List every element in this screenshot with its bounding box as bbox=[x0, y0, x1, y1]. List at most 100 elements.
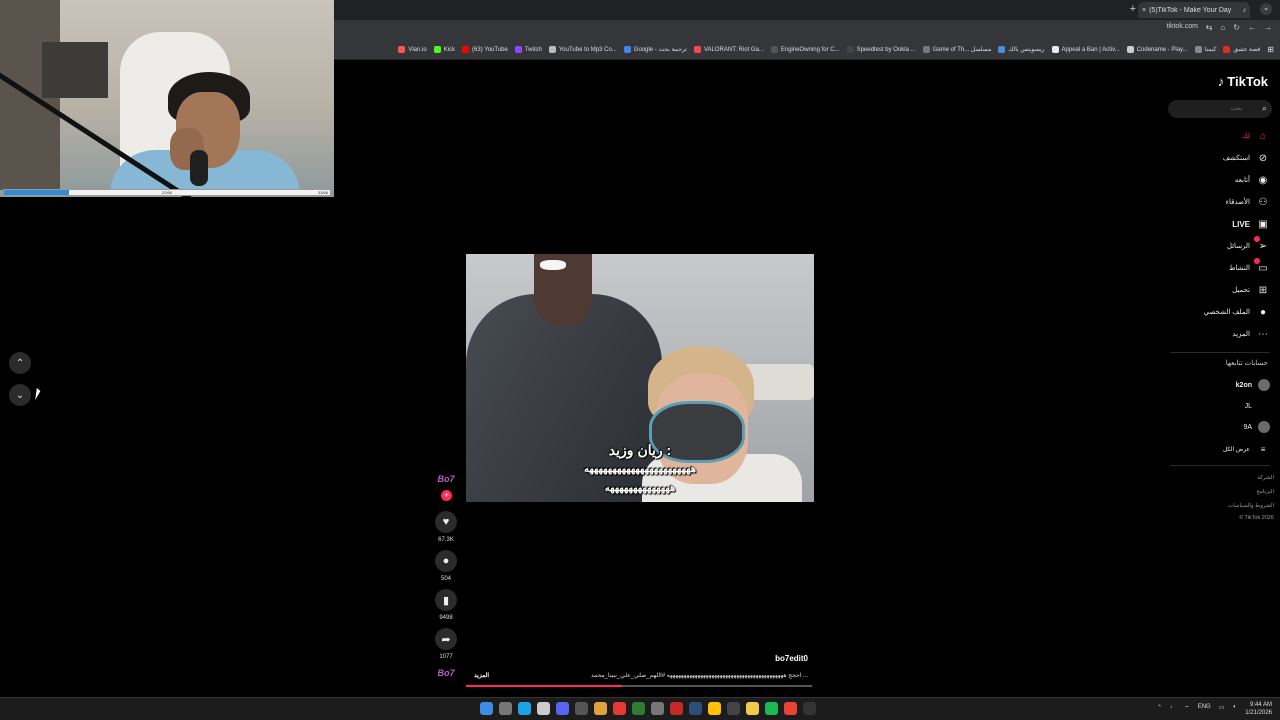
volume-icon[interactable]: ◖ bbox=[1232, 704, 1236, 712]
tab-search-chevron-icon[interactable]: ⌄ bbox=[1260, 3, 1272, 15]
music-disc-avatar[interactable]: Bo7 bbox=[434, 668, 458, 688]
following-account[interactable]: k2on bbox=[1236, 379, 1270, 391]
microphone-icon[interactable]: ♩ bbox=[1170, 704, 1176, 712]
url-field[interactable]: tiktok.com bbox=[1166, 23, 1198, 30]
bookmark-label: VALORANT: Riot Ga... bbox=[703, 46, 764, 53]
bookmark-item[interactable]: VALORANT: Riot Ga... bbox=[693, 46, 764, 53]
video-subtitle-line1: ريان وزيد : bbox=[608, 442, 672, 458]
site-settings-icon[interactable]: ⇆ bbox=[1206, 23, 1213, 32]
footer-link[interactable]: الشركة bbox=[1257, 475, 1274, 481]
start-button-icon[interactable] bbox=[480, 702, 493, 715]
previous-video-button[interactable]: ⌃ bbox=[9, 352, 31, 374]
bookmark-label: Codename - Play... bbox=[1136, 46, 1188, 53]
wifi-icon[interactable]: ⌔ bbox=[1184, 704, 1190, 712]
app-icon[interactable] bbox=[537, 702, 550, 715]
valorant-icon[interactable] bbox=[670, 702, 683, 715]
comment-button[interactable]: ● bbox=[435, 550, 457, 572]
video-progress-fill bbox=[466, 685, 622, 687]
bookmark-item[interactable]: Google - ترجمة بحث bbox=[623, 46, 687, 53]
bookmark-item[interactable]: Vlan.io bbox=[398, 46, 427, 53]
bookmark-label: Twitch bbox=[524, 46, 542, 53]
sidebar-item-profile[interactable]: الملف الشخصي ● bbox=[1204, 305, 1270, 319]
tray-chevron-icon[interactable]: ⌃ bbox=[1157, 704, 1162, 712]
bookmark-item[interactable]: Appeal a Ban | Activ... bbox=[1051, 46, 1120, 53]
bookmark-icon: ▮ bbox=[442, 594, 450, 607]
sidebar-item-home[interactable]: لك ⌂ bbox=[1242, 129, 1270, 143]
new-tab-button[interactable]: + bbox=[1130, 3, 1136, 15]
sidebar-item-label: أتابعه bbox=[1234, 177, 1250, 184]
friends-icon: ⚇ bbox=[1258, 196, 1268, 208]
file-explorer-icon[interactable] bbox=[594, 702, 607, 715]
search-placeholder: بحث bbox=[1230, 106, 1242, 112]
bookmark-item[interactable]: ريسوينس بالك bbox=[998, 46, 1045, 53]
back-icon[interactable]: ← bbox=[1248, 23, 1256, 32]
sidebar-item-following[interactable]: أتابعه ◉ bbox=[1235, 173, 1270, 187]
bookmark-item[interactable]: كيمنا bbox=[1194, 46, 1216, 53]
bookmark-item[interactable]: Twitch bbox=[514, 46, 542, 53]
like-button[interactable]: ♥ bbox=[435, 511, 457, 533]
sidebar-item-friends[interactable]: الأصدقاء ⚇ bbox=[1226, 195, 1270, 209]
search-icon[interactable]: ⌕ bbox=[1262, 103, 1267, 114]
apps-grid-icon[interactable]: ⊞ bbox=[1267, 45, 1274, 54]
close-tab-icon[interactable]: × bbox=[1142, 7, 1146, 14]
settings-app-icon[interactable] bbox=[651, 702, 664, 715]
youtube-music-icon[interactable] bbox=[613, 702, 626, 715]
footer-link[interactable]: الشروط والسياسات bbox=[1228, 503, 1274, 509]
tiktok-logo[interactable]: ♪ TikTok bbox=[1218, 74, 1268, 89]
tiktok-logo-text: TikTok bbox=[1227, 74, 1268, 89]
app3-icon[interactable] bbox=[746, 702, 759, 715]
bookmark-item[interactable]: (63) YouTube bbox=[462, 46, 508, 53]
bookmark-item[interactable]: قصة عشق bbox=[1223, 46, 1260, 53]
bookmark-item[interactable]: Kick bbox=[433, 46, 455, 53]
bookmark-item[interactable]: Speedtest by Ookla ... bbox=[846, 46, 916, 53]
follow-plus-icon[interactable]: + bbox=[441, 490, 452, 501]
chrome-icon[interactable] bbox=[784, 702, 797, 715]
edge-icon[interactable] bbox=[518, 702, 531, 715]
network-icon[interactable]: ▭ bbox=[1219, 704, 1225, 712]
bookmark-item[interactable]: Codename - Play... bbox=[1126, 46, 1188, 53]
obs-icon[interactable] bbox=[575, 702, 588, 715]
task-view-icon[interactable] bbox=[499, 702, 512, 715]
sidebar-item-live[interactable]: LIVE ▣ bbox=[1232, 217, 1270, 231]
bookmark-favicon-icon bbox=[548, 46, 556, 53]
steam-icon[interactable] bbox=[689, 702, 702, 715]
app4-icon[interactable] bbox=[803, 702, 816, 715]
following-account[interactable]: 9A bbox=[1243, 421, 1270, 433]
home-button-icon[interactable]: ⌂ bbox=[1220, 23, 1225, 32]
search-input[interactable]: بحث ⌕ bbox=[1168, 100, 1272, 118]
game-app-icon[interactable] bbox=[708, 702, 721, 715]
sidebar-item-upload[interactable]: تحميل ⊞ bbox=[1232, 283, 1270, 297]
sidebar-item-messages[interactable]: الرسائل ➢ bbox=[1227, 239, 1270, 253]
tab-title: (5)TikTok - Make Your Day bbox=[1149, 6, 1232, 14]
sidebar-item-more[interactable]: المزيد ⋯ bbox=[1232, 327, 1270, 341]
bookmark-item[interactable]: EngineOwning for C... bbox=[770, 46, 840, 53]
video-progress-bar[interactable] bbox=[466, 685, 812, 687]
reload-icon[interactable]: ↻ bbox=[1233, 23, 1240, 32]
see-all-following-link[interactable]: عرض الكل ≡ bbox=[1223, 442, 1270, 456]
sidebar-item-explore[interactable]: استكشف ⊘ bbox=[1223, 151, 1270, 165]
following-account[interactable]: JL bbox=[1245, 400, 1270, 412]
bookmark-item[interactable]: YouTube to Mp3 Co... bbox=[548, 46, 617, 53]
taskbar-clock[interactable]: 9:44 AM 1/21/2026 bbox=[1245, 701, 1272, 717]
browser-tab-tiktok[interactable]: × (5)TikTok - Make Your Day ♪ bbox=[1138, 2, 1250, 18]
app2-icon[interactable] bbox=[727, 702, 740, 715]
discord-icon[interactable] bbox=[556, 702, 569, 715]
bookmark-item[interactable]: Game of Th... مسلسل bbox=[922, 46, 992, 53]
next-video-button[interactable]: ⌄ bbox=[9, 384, 31, 406]
video-player[interactable]: ريان وزيد : هههههههههههههههههههههههه ههه… bbox=[466, 254, 814, 502]
language-indicator[interactable]: ENG bbox=[1198, 704, 1211, 712]
footer-link[interactable]: البرنامج bbox=[1256, 489, 1274, 495]
caption-more-link[interactable]: المزيد bbox=[474, 672, 489, 679]
bookmark-label: Game of Th... مسلسل bbox=[932, 47, 992, 53]
forward-icon[interactable]: → bbox=[1264, 23, 1272, 32]
following-account-name: JL bbox=[1244, 402, 1252, 410]
comment-count: 504 bbox=[440, 576, 451, 582]
sidebar-item-activity[interactable]: النشاط ▭ bbox=[1229, 261, 1270, 275]
explore-icon: ⊘ bbox=[1258, 152, 1268, 164]
share-button[interactable]: ➦ bbox=[435, 628, 457, 650]
save-button[interactable]: ▮ bbox=[435, 589, 457, 611]
video-subtitle-line3: ههههههههههههههه bbox=[604, 483, 676, 494]
video-author[interactable]: bo7edit0 bbox=[775, 654, 808, 663]
xbox-icon[interactable] bbox=[632, 702, 645, 715]
spotify-icon[interactable] bbox=[765, 702, 778, 715]
